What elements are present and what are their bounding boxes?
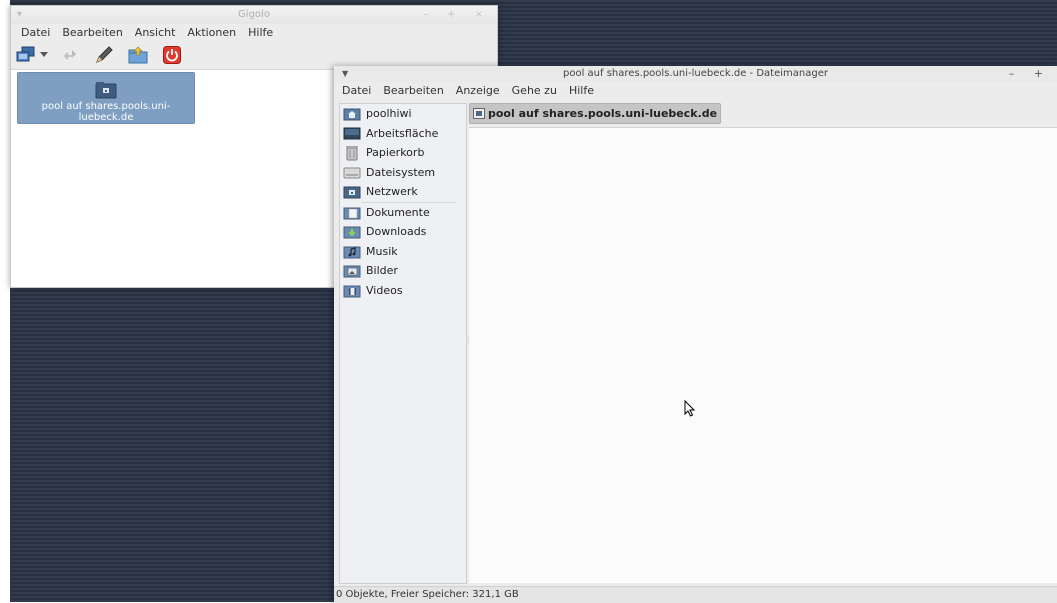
fm-sidebar: poolhiwi Arbeitsfläche Papierkorb Dateis… bbox=[339, 103, 467, 584]
menu-bearbeiten[interactable]: Bearbeiten bbox=[377, 84, 449, 97]
window-menu-icon[interactable]: ▾ bbox=[17, 6, 22, 24]
file-manager-window: ▼ pool auf shares.pools.uni-luebeck.de -… bbox=[334, 66, 1057, 603]
mouse-cursor-icon bbox=[684, 400, 696, 417]
downloads-folder-icon bbox=[343, 224, 361, 240]
dropdown-arrow-icon[interactable] bbox=[39, 44, 49, 66]
pathbar: pool auf shares.pools.uni-luebeck.de bbox=[469, 103, 1057, 127]
sidebar-item-label: Dokumente bbox=[366, 205, 430, 219]
disconnect-icon[interactable] bbox=[57, 44, 83, 66]
documents-folder-icon bbox=[343, 204, 361, 220]
bookmark-item[interactable]: pool auf shares.pools.uni-luebeck.de bbox=[17, 72, 195, 124]
sidebar-item-papierkorb[interactable]: Papierkorb bbox=[340, 143, 466, 163]
sidebar-item-netzwerk[interactable]: Netzwerk bbox=[340, 182, 466, 202]
sidebar-item-musik[interactable]: Musik bbox=[340, 242, 466, 262]
gigolo-title: Gigolo bbox=[238, 9, 270, 20]
path-button-label: pool auf shares.pools.uni-luebeck.de bbox=[488, 107, 718, 120]
sidebar-item-label: Bilder bbox=[366, 264, 398, 278]
menu-gehe-zu[interactable]: Gehe zu bbox=[506, 84, 563, 97]
edit-bookmark-icon[interactable] bbox=[91, 44, 117, 66]
sidebar-item-arbeitsflaeche[interactable]: Arbeitsfläche bbox=[340, 124, 466, 144]
sidebar-item-downloads[interactable]: Downloads bbox=[340, 222, 466, 242]
network-drive-icon bbox=[95, 82, 117, 99]
connect-icon[interactable] bbox=[15, 44, 37, 66]
sidebar-item-label: Downloads bbox=[366, 225, 427, 239]
window-menu-icon[interactable]: ▼ bbox=[342, 66, 348, 82]
fm-title: pool auf shares.pools.uni-luebeck.de - D… bbox=[563, 68, 828, 79]
gigolo-window-buttons[interactable]: – + × bbox=[423, 6, 491, 24]
desktop-edge bbox=[0, 0, 10, 602]
gigolo-titlebar[interactable]: ▾ Gigolo – + × bbox=[11, 6, 497, 24]
trash-icon bbox=[343, 145, 361, 161]
menu-hilfe[interactable]: Hilfe bbox=[242, 26, 279, 39]
sidebar-item-bilder[interactable]: Bilder bbox=[340, 261, 466, 281]
menu-hilfe[interactable]: Hilfe bbox=[563, 84, 600, 97]
harddisk-icon bbox=[343, 164, 361, 180]
sidebar-item-label: Arbeitsfläche bbox=[366, 126, 439, 140]
desktop-icon bbox=[343, 125, 361, 141]
bookmark-label: pool auf shares.pools.uni-luebeck.de bbox=[41, 101, 171, 123]
sidebar-item-label: Videos bbox=[366, 283, 403, 297]
sidebar-item-dokumente[interactable]: Dokumente bbox=[340, 203, 466, 223]
sidebar-item-label: Musik bbox=[366, 244, 398, 258]
menu-datei[interactable]: Datei bbox=[15, 26, 56, 39]
gigolo-menubar: Datei Bearbeiten Ansicht Aktionen Hilfe bbox=[11, 24, 497, 41]
network-icon bbox=[343, 184, 361, 200]
fm-window-buttons[interactable]: – + bbox=[1009, 66, 1051, 82]
status-bar: 0 Objekte, Freier Speicher: 321,1 GB bbox=[334, 586, 1057, 603]
fm-menubar: Datei Bearbeiten Anzeige Gehe zu Hilfe bbox=[334, 82, 1057, 99]
sidebar-item-dateisystem[interactable]: Dateisystem bbox=[340, 163, 466, 183]
sidebar-item-label: Papierkorb bbox=[366, 146, 425, 160]
menu-anzeige[interactable]: Anzeige bbox=[450, 84, 506, 97]
file-view[interactable] bbox=[469, 127, 1057, 583]
sidebar-item-label: Dateisystem bbox=[366, 165, 436, 179]
path-button[interactable]: pool auf shares.pools.uni-luebeck.de bbox=[469, 103, 722, 124]
network-drive-icon bbox=[473, 108, 485, 119]
menu-aktionen[interactable]: Aktionen bbox=[181, 26, 242, 39]
menu-bearbeiten[interactable]: Bearbeiten bbox=[56, 26, 128, 39]
home-folder-icon bbox=[343, 106, 361, 122]
pictures-folder-icon bbox=[343, 263, 361, 279]
sidebar-item-videos[interactable]: Videos bbox=[340, 281, 466, 301]
music-folder-icon bbox=[343, 243, 361, 259]
videos-folder-icon bbox=[343, 282, 361, 298]
quit-icon[interactable] bbox=[159, 44, 185, 66]
menu-datei[interactable]: Datei bbox=[336, 84, 377, 97]
menu-ansicht[interactable]: Ansicht bbox=[129, 26, 182, 39]
open-folder-icon[interactable] bbox=[125, 44, 151, 66]
sidebar-item-label: Netzwerk bbox=[366, 185, 418, 199]
fm-titlebar[interactable]: ▼ pool auf shares.pools.uni-luebeck.de -… bbox=[334, 66, 1057, 82]
sidebar-item-poolhiwi[interactable]: poolhiwi bbox=[340, 104, 466, 124]
sidebar-splitter[interactable]: ⋮ bbox=[465, 336, 472, 346]
sidebar-item-label: poolhiwi bbox=[366, 107, 412, 121]
